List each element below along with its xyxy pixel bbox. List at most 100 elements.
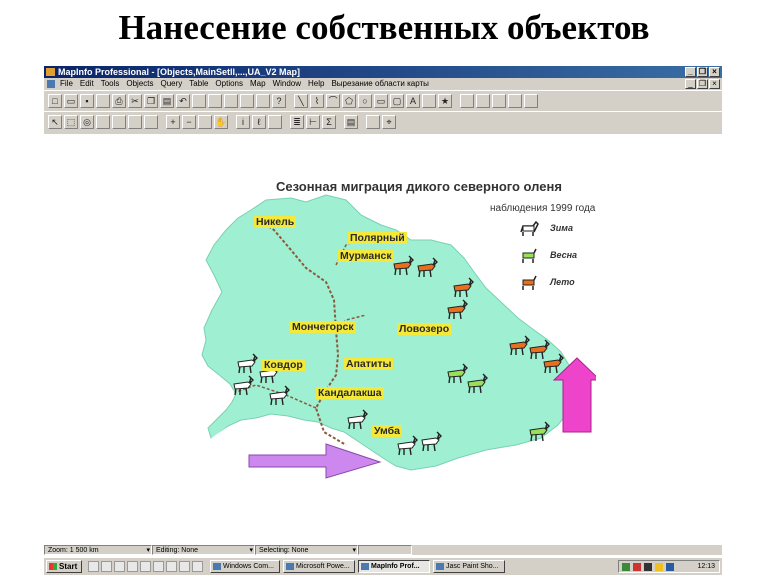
tray-language-icon[interactable] (666, 563, 674, 571)
doc-minimize-button[interactable]: _ (685, 79, 696, 89)
menu-options[interactable]: Options (215, 78, 243, 90)
menu-query[interactable]: Query (161, 78, 183, 90)
new-doc-icon[interactable]: □ (48, 94, 62, 108)
menu-window[interactable]: Window (273, 78, 301, 90)
symbol-icon[interactable]: ★ (438, 94, 452, 108)
task-microsoft-powerpoint[interactable]: Microsoft Powe... (283, 560, 355, 573)
arc-icon[interactable]: ⌒ (326, 94, 340, 108)
menu-help[interactable]: Help (308, 78, 324, 90)
menu-file[interactable]: File (60, 78, 73, 90)
quicklaunch-desktop-icon[interactable] (88, 561, 99, 572)
hotlink-icon[interactable] (366, 115, 380, 129)
ruler-icon[interactable]: ⊢ (306, 115, 320, 129)
status-editing-text: Editing: None (156, 547, 199, 554)
menu-cut-region[interactable]: Вырезание области карты (331, 78, 428, 90)
map-subtitle: наблюдения 1999 года (490, 203, 596, 214)
rectangle-icon[interactable]: ▭ (374, 94, 388, 108)
text-style-icon[interactable] (524, 94, 538, 108)
undo-icon[interactable]: ↶ (176, 94, 190, 108)
new-map-icon[interactable] (208, 94, 222, 108)
status-zoom[interactable]: Zoom: 1 500 km ▾ (44, 545, 152, 555)
start-button[interactable]: Start (46, 560, 82, 573)
document-icon[interactable] (47, 80, 55, 88)
status-selecting[interactable]: Selecting: None ▾ (255, 545, 358, 555)
polyline-icon[interactable]: ⌇ (310, 94, 324, 108)
minimize-button[interactable]: _ (685, 67, 696, 77)
graph-select-icon[interactable] (144, 115, 158, 129)
doc-close-button[interactable]: × (709, 79, 720, 89)
zoom-out-icon[interactable]: − (182, 115, 196, 129)
print-preview-icon[interactable] (96, 94, 110, 108)
frame-icon[interactable] (422, 94, 436, 108)
info-icon[interactable]: i (236, 115, 250, 129)
new-redistrict-icon[interactable] (256, 94, 270, 108)
polygon-select-icon[interactable] (96, 115, 110, 129)
quicklaunch-excel-icon[interactable] (140, 561, 151, 572)
grabber-icon[interactable]: ✋ (214, 115, 228, 129)
marquee-icon[interactable]: ⬚ (64, 115, 78, 129)
boundary-icon[interactable] (112, 115, 126, 129)
quicklaunch-browser-icon[interactable] (101, 561, 112, 572)
quicklaunch-outlook-icon[interactable] (114, 561, 125, 572)
quicklaunch-paint-icon[interactable] (192, 561, 203, 572)
statistics-icon[interactable]: Σ (322, 115, 336, 129)
menu-edit[interactable]: Edit (80, 78, 94, 90)
select-icon[interactable]: ↖ (48, 115, 62, 129)
line-style-icon[interactable] (508, 94, 522, 108)
drag-window-icon[interactable] (268, 115, 282, 129)
menu-table[interactable]: Table (189, 78, 208, 90)
status-editing[interactable]: Editing: None ▾ (152, 545, 255, 555)
save-icon[interactable]: ▪ (80, 94, 94, 108)
text-icon[interactable]: A (406, 94, 420, 108)
add-node-icon[interactable] (476, 94, 490, 108)
close-button[interactable]: × (709, 67, 720, 77)
menu-map[interactable]: Map (250, 78, 266, 90)
quicklaunch-explorer-icon[interactable] (166, 561, 177, 572)
paste-icon[interactable]: ▤ (160, 94, 174, 108)
taskbar-clock[interactable]: 12:13 (697, 561, 715, 572)
new-browser-icon[interactable] (192, 94, 206, 108)
copy-icon[interactable]: ❐ (144, 94, 158, 108)
task-windows-commander[interactable]: Windows Com... (210, 560, 280, 573)
task-mapinfo[interactable]: MapInfo Prof... (358, 560, 430, 573)
restore-button[interactable]: ❐ (697, 67, 708, 77)
new-graph-icon[interactable] (224, 94, 238, 108)
task-label: Jasc Paint Sho... (446, 563, 499, 570)
print-icon[interactable]: ⎙ (112, 94, 126, 108)
quicklaunch-notes-icon[interactable] (179, 561, 190, 572)
doc-restore-button[interactable]: ❐ (697, 79, 708, 89)
ellipse-icon[interactable]: ○ (358, 94, 372, 108)
layer-control-icon[interactable]: ≣ (290, 115, 304, 129)
quicklaunch-word-icon[interactable] (127, 561, 138, 572)
line-icon[interactable]: ╲ (294, 94, 308, 108)
rounded-rect-icon[interactable]: ▢ (390, 94, 404, 108)
city-umba: Умба (372, 425, 402, 437)
app-icon (46, 68, 55, 76)
change-view-icon[interactable] (198, 115, 212, 129)
help-icon[interactable]: ? (272, 94, 286, 108)
quicklaunch-powerpoint-icon[interactable] (153, 561, 164, 572)
menu-tools[interactable]: Tools (101, 78, 120, 90)
polygon-icon[interactable]: ⬠ (342, 94, 356, 108)
radius-icon[interactable]: ◎ (80, 115, 94, 129)
task-label: Microsoft Powe... (296, 563, 350, 570)
tray-network-icon[interactable] (622, 563, 630, 571)
legend-label-summer: Лето (550, 277, 575, 287)
region-style-icon[interactable] (492, 94, 506, 108)
tray-speaker-icon[interactable] (655, 563, 663, 571)
zoom-in-icon[interactable]: + (166, 115, 180, 129)
tray-monitor-icon[interactable] (644, 563, 652, 571)
invert-icon[interactable] (128, 115, 142, 129)
city-kandalaksha: Кандалакша (316, 387, 384, 399)
new-layout-icon[interactable] (240, 94, 254, 108)
window-titlebar[interactable]: MapInfo Professional - [Objects,MainSetl… (44, 66, 722, 78)
menu-objects[interactable]: Objects (126, 78, 153, 90)
label-icon[interactable]: ℓ (252, 115, 266, 129)
task-jasc-paint-shop[interactable]: Jasc Paint Sho... (433, 560, 505, 573)
legend-icon[interactable]: ▤ (344, 115, 358, 129)
cut-icon[interactable]: ✂ (128, 94, 142, 108)
snap-icon[interactable]: ⌖ (382, 115, 396, 129)
reshape-icon[interactable] (460, 94, 474, 108)
tray-antivirus-icon[interactable] (633, 563, 641, 571)
open-icon[interactable]: ▭ (64, 94, 78, 108)
